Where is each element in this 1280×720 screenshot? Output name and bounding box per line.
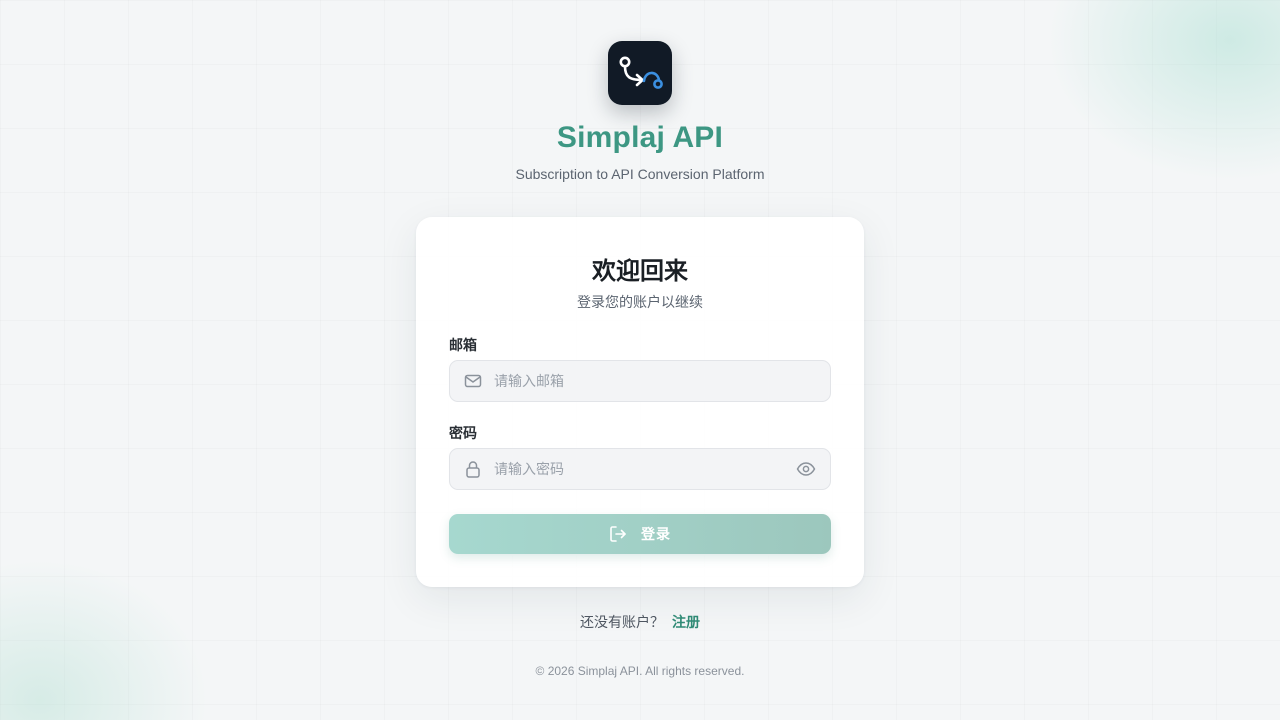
password-label: 密码 [449, 425, 477, 441]
email-label: 邮箱 [449, 337, 477, 353]
footer-copyright: © 2026 Simplaj API. All rights reserved. [535, 664, 745, 678]
login-icon [610, 526, 626, 542]
password-input[interactable] [494, 449, 784, 489]
email-field-wrapper [449, 360, 831, 402]
route-icon [619, 56, 663, 89]
eye-icon[interactable] [796, 460, 816, 478]
card-title: 欢迎回来 [592, 258, 688, 285]
mail-icon [464, 374, 482, 388]
lock-icon [466, 461, 480, 478]
login-card: 欢迎回来 登录您的账户以继续 邮箱 密码 登录 [416, 217, 864, 587]
email-input[interactable] [494, 361, 784, 401]
app-subtitle: Subscription to API Conversion Platform [515, 166, 765, 182]
app-title: Simplaj API [556, 121, 724, 154]
register-link[interactable]: 注册 [672, 614, 700, 630]
login-button[interactable]: 登录 [449, 514, 831, 554]
login-button-label: 登录 [641, 526, 671, 542]
register-prompt: 还没有账户？ [580, 614, 664, 630]
app-logo [608, 41, 672, 105]
register-line: 还没有账户？ 注册 [0, 612, 1280, 632]
card-subtitle: 登录您的账户以继续 [577, 294, 703, 310]
password-field-wrapper [449, 448, 831, 490]
